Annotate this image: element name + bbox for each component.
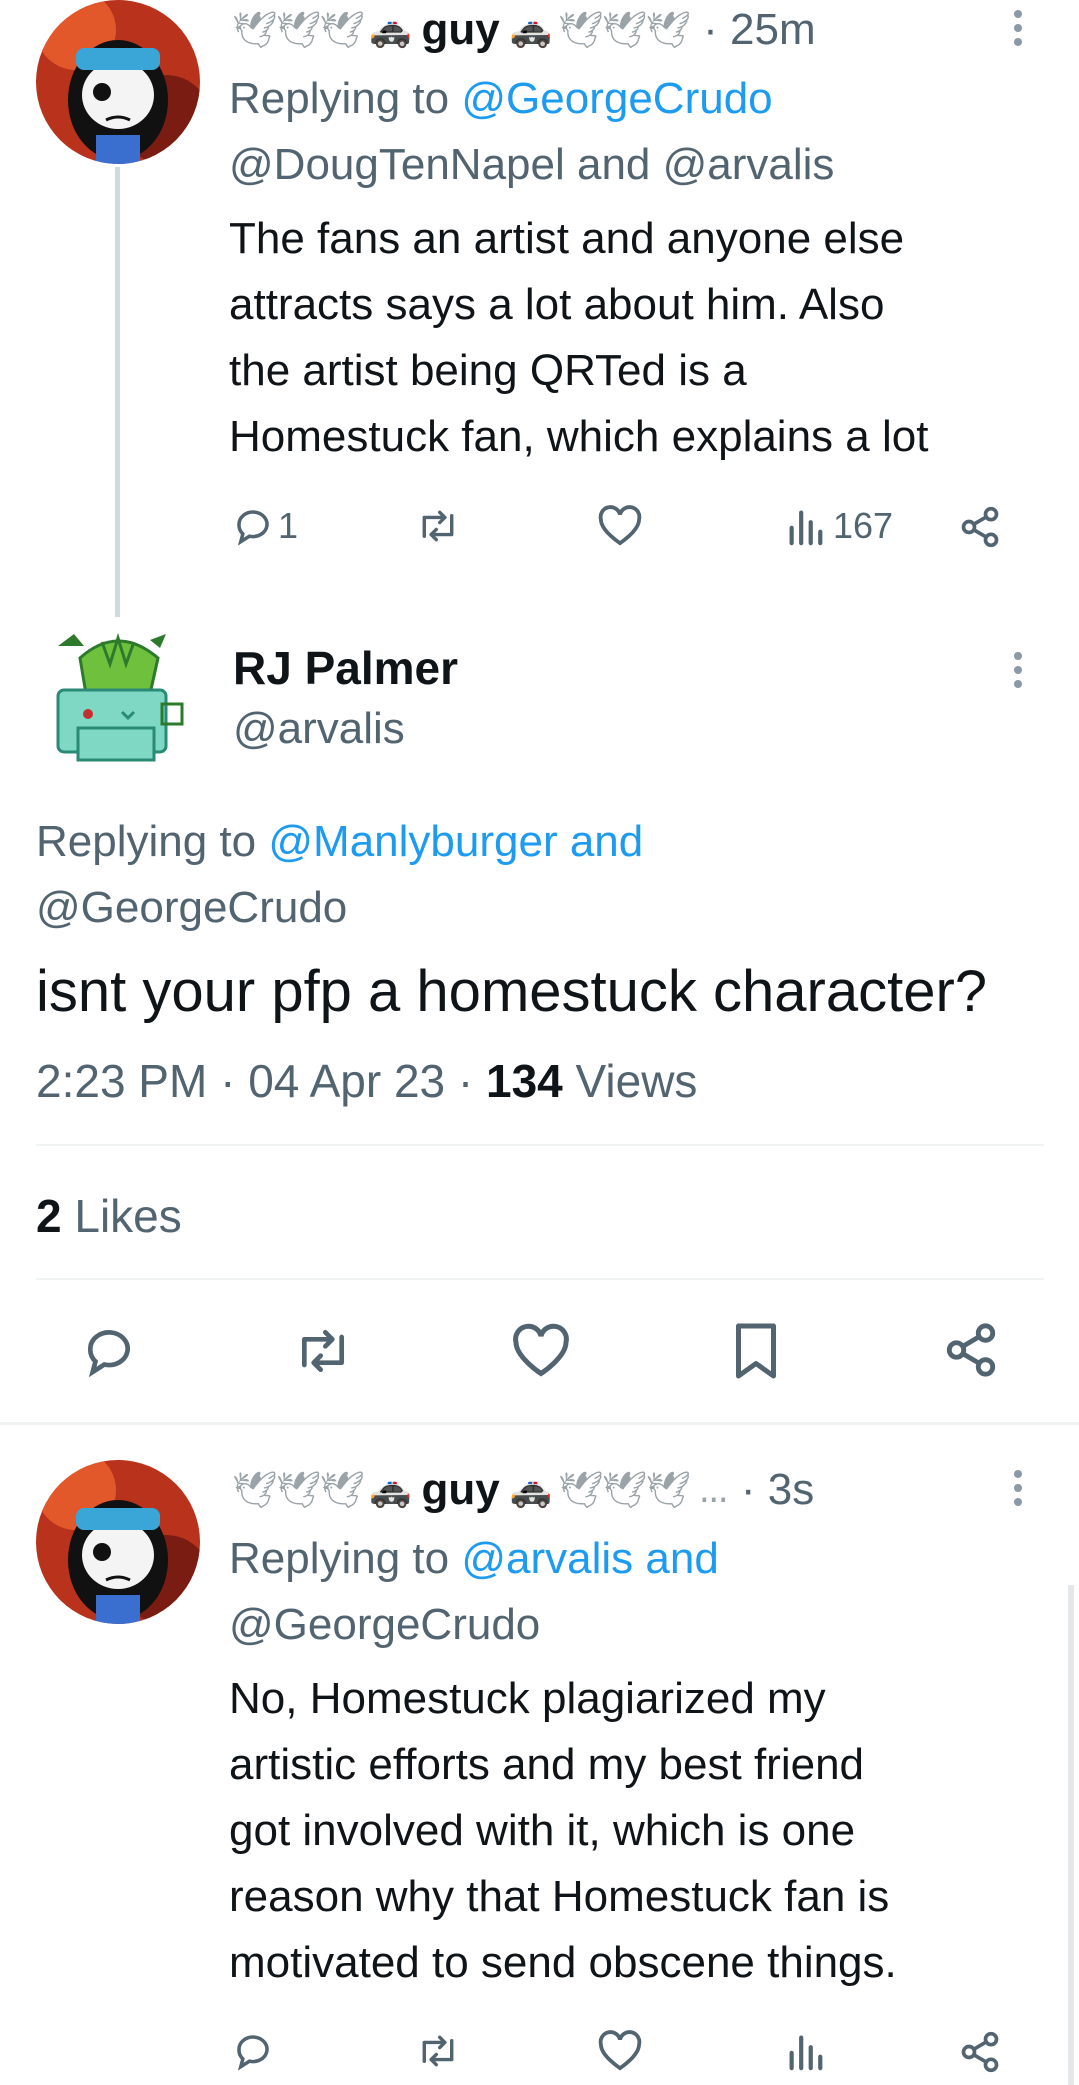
tweet1-author-row[interactable]: 🕊🕊🕊 🚓 guy 🚓 🕊🕊🕊 · 25m [232, 2, 816, 58]
replying-to-label: Replying to [229, 74, 450, 123]
likes-count: 2 [36, 1190, 62, 1242]
police-car-icon: 🚓 [369, 10, 412, 50]
reply-button[interactable] [232, 2030, 274, 2072]
main-share-button[interactable] [942, 1321, 1000, 1379]
dove-emoji-prefix: 🕊🕊🕊 [232, 10, 365, 51]
thread-connector-line [115, 167, 120, 617]
tweet1-body-line: the artist being QRTed is a [229, 346, 747, 395]
tweet1-body-line: attracts says a lot about him. Also [229, 280, 885, 329]
avatar-guy[interactable] [36, 1460, 200, 1624]
tweet1-mentions[interactable]: @DougTenNapel and @arvalis [229, 132, 834, 198]
tweet1-display-name: guy [421, 5, 500, 54]
retweet-button[interactable] [414, 505, 462, 547]
more-options-icon[interactable] [1014, 646, 1024, 694]
likes-label: Likes [61, 1190, 182, 1242]
reply-icon [237, 2035, 269, 2071]
avatar-rj-palmer[interactable] [50, 628, 186, 768]
scrollbar[interactable] [1068, 1585, 1074, 2085]
like-button[interactable] [597, 2030, 643, 2072]
tweet3-body-line: got involved with it, which is one [229, 1806, 856, 1855]
tweet1-replying-to: Replying to @GeorgeCrudo [229, 66, 773, 132]
tweet3-author-row[interactable]: 🕊🕊🕊 🚓 guy 🚓 🕊🕊🕊 ... · 3s [232, 1462, 814, 1518]
tweet3-body-line: artistic efforts and my best friend [229, 1740, 865, 1789]
like-button[interactable] [597, 505, 643, 547]
views-button[interactable] [785, 2030, 825, 2072]
police-car-icon: 🚓 [369, 1470, 412, 1510]
tweet3-display-name: guy [421, 1465, 500, 1514]
dove-emoji-prefix: 🕊🕊🕊 [232, 1470, 365, 1511]
views-label: Views [562, 1055, 698, 1107]
tweet3-time[interactable]: · 3s [741, 1465, 814, 1515]
heart-icon [598, 505, 642, 546]
more-options-icon[interactable] [1014, 4, 1024, 52]
mention-link[interactable]: @arvalis and [461, 1534, 718, 1583]
tweet1-time[interactable]: · 25m [703, 5, 815, 55]
dove-emoji-suffix: 🕊🕊🕊 ... [558, 1470, 729, 1511]
retweet-icon [302, 1330, 344, 1372]
tweet3-body-line: No, Homestuck plagiarized my [229, 1674, 826, 1723]
heart-icon [598, 2030, 642, 2071]
avatar-guy[interactable] [36, 0, 200, 164]
section-divider [0, 1422, 1079, 1425]
reply-button[interactable]: 1 [232, 505, 298, 547]
share-button[interactable] [958, 2030, 1002, 2074]
share-icon [946, 1323, 996, 1377]
views-count: 134 [486, 1055, 563, 1107]
bookmark-icon [736, 1323, 776, 1379]
main-reply-button[interactable] [80, 1323, 138, 1379]
tweet1-body-line: Homestuck fan, which explains a lot [229, 412, 929, 461]
share-button[interactable] [958, 505, 1002, 549]
reply-icon [88, 1330, 130, 1378]
mention-link[interactable]: @Manlyburger and [268, 817, 643, 866]
main-retweet-button[interactable] [290, 1323, 356, 1379]
tweet3-body-line: motivated to send obscene things. [229, 1938, 897, 1987]
views-count: 167 [833, 505, 894, 546]
tweet3-mention-georgecrudo[interactable]: @GeorgeCrudo [229, 1592, 540, 1658]
tweet1-body: The fans an artist and anyone else attra… [229, 206, 928, 470]
main-mention-georgecrudo[interactable]: @GeorgeCrudo [36, 875, 347, 941]
heart-icon [513, 1323, 569, 1377]
timestamp: 2:23 PM · 04 Apr 23 · [36, 1055, 487, 1107]
divider [36, 1144, 1044, 1146]
share-icon [961, 2031, 999, 2073]
tweet3-body: No, Homestuck plagiarized my artistic ef… [229, 1666, 897, 1996]
main-replying-to: Replying to @Manlyburger and [36, 809, 643, 875]
retweet-button[interactable] [414, 2030, 462, 2072]
replying-to-label: Replying to [36, 817, 257, 866]
tweet1-body-line: The fans an artist and anyone else [229, 214, 905, 263]
main-like-button[interactable] [511, 1323, 571, 1379]
main-tweet-body: isnt your pfp a homestuck character? [36, 959, 988, 1024]
views-icon [789, 2035, 823, 2071]
replying-to-label: Replying to [229, 1534, 450, 1583]
more-options-icon[interactable] [1014, 1464, 1024, 1512]
reply-icon [237, 510, 269, 546]
views-button[interactable]: 167 [785, 505, 893, 547]
police-car-icon: 🚓 [509, 1470, 553, 1510]
tweet3-body-line: reason why that Homestuck fan is [229, 1872, 890, 1921]
share-icon [961, 506, 999, 548]
police-car-icon: 🚓 [509, 10, 553, 50]
main-display-name[interactable]: RJ Palmer [233, 638, 458, 698]
dove-emoji-suffix: 🕊🕊🕊 [558, 10, 691, 51]
reply-count: 1 [278, 505, 299, 546]
tweet3-replying-to: Replying to @arvalis and [229, 1526, 719, 1592]
retweet-icon [422, 2035, 454, 2067]
main-timestamp-row[interactable]: 2:23 PM · 04 Apr 23 · 134 Views [36, 1050, 697, 1112]
main-handle[interactable]: @arvalis [233, 700, 405, 758]
divider [36, 1278, 1044, 1280]
mention-link[interactable]: @GeorgeCrudo [461, 74, 772, 123]
retweet-icon [422, 510, 454, 542]
main-bookmark-button[interactable] [731, 1321, 781, 1381]
likes-count-row[interactable]: 2 Likes [36, 1186, 182, 1246]
views-icon [789, 510, 823, 546]
